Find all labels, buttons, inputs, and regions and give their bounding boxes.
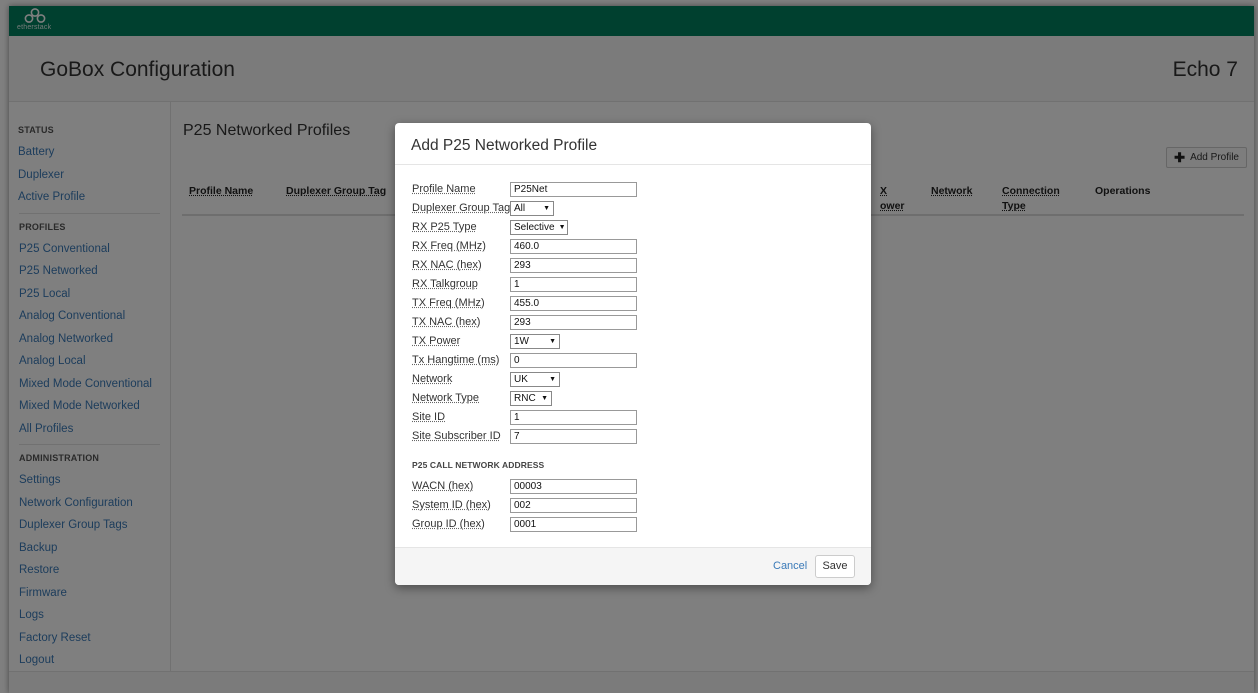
chevron-down-icon: ▼	[549, 376, 556, 383]
field-label: TX NAC (hex)	[412, 316, 481, 328]
rx-nac-input[interactable]: 293	[510, 258, 637, 273]
field-label: Network	[412, 373, 453, 385]
field-row-tx-power: TX Power 1W ▼	[412, 334, 852, 349]
select-value: Selective	[514, 222, 555, 233]
field-row-rx-talkgroup: RX Talkgroup 1	[412, 277, 852, 292]
field-label: WACN (hex)	[412, 480, 474, 492]
tx-nac-input[interactable]: 293	[510, 315, 637, 330]
duplexer-group-tag-select[interactable]: All ▼	[510, 201, 554, 216]
field-label: TX Freq (MHz)	[412, 297, 485, 309]
field-row-wacn: WACN (hex) 00003	[412, 479, 852, 494]
field-label: RX Talkgroup	[412, 278, 478, 290]
rx-p25-type-select[interactable]: Selective ▼	[510, 220, 568, 235]
field-row-system-id: System ID (hex) 002	[412, 498, 852, 513]
dialog-body: Profile Name P25Net Duplexer Group Tag A…	[395, 166, 871, 547]
field-row-site-id: Site ID 1	[412, 410, 852, 425]
field-label: Site ID	[412, 411, 446, 423]
site-id-input[interactable]: 1	[510, 410, 637, 425]
address-section-heading: P25 CALL NETWORK ADDRESS	[412, 460, 545, 470]
chevron-down-icon: ▼	[541, 395, 548, 402]
tx-power-select[interactable]: 1W ▼	[510, 334, 560, 349]
dialog-title: Add P25 Networked Profile	[411, 137, 598, 154]
chevron-down-icon: ▼	[543, 205, 550, 212]
field-row-profile-name: Profile Name P25Net	[412, 182, 852, 197]
field-label: RX NAC (hex)	[412, 259, 482, 271]
rx-freq-input[interactable]: 460.0	[510, 239, 637, 254]
system-id-input[interactable]: 002	[510, 498, 637, 513]
select-value: 1W	[514, 336, 529, 347]
select-value: UK	[514, 374, 528, 385]
field-label: TX Power	[412, 335, 461, 347]
cancel-button[interactable]: Cancel	[773, 560, 807, 572]
field-row-duplexer-group-tag: Duplexer Group Tag All ▼	[412, 201, 852, 216]
add-profile-dialog: Add P25 Networked Profile Profile Name P…	[395, 123, 871, 585]
network-type-select[interactable]: RNC ▼	[510, 391, 552, 406]
save-button[interactable]: Save	[815, 555, 855, 578]
group-id-input[interactable]: 0001	[510, 517, 637, 532]
field-label: System ID (hex)	[412, 499, 491, 511]
select-value: All	[514, 203, 526, 214]
tx-hangtime-input[interactable]: 0	[510, 353, 637, 368]
field-row-rx-nac: RX NAC (hex) 293	[412, 258, 852, 273]
chevron-down-icon: ▼	[549, 338, 556, 345]
field-label: Group ID (hex)	[412, 518, 485, 530]
rx-talkgroup-input[interactable]: 1	[510, 277, 637, 292]
field-label: Network Type	[412, 392, 480, 404]
field-row-site-subscriber-id: Site Subscriber ID 7	[412, 429, 852, 444]
network-select[interactable]: UK ▼	[510, 372, 560, 387]
field-row-network: Network UK ▼	[412, 372, 852, 387]
wacn-input[interactable]: 00003	[510, 479, 637, 494]
field-label: RX Freq (MHz)	[412, 240, 486, 252]
field-label: Tx Hangtime (ms)	[412, 354, 500, 366]
field-row-network-type: Network Type RNC ▼	[412, 391, 852, 406]
dialog-header: Add P25 Networked Profile	[395, 123, 871, 165]
profile-name-input[interactable]: P25Net	[510, 182, 637, 197]
chevron-down-icon: ▼	[558, 224, 566, 231]
dialog-footer: Cancel Save	[395, 547, 871, 585]
field-row-tx-nac: TX NAC (hex) 293	[412, 315, 852, 330]
field-row-group-id: Group ID (hex) 0001	[412, 517, 852, 532]
field-row-rx-p25-type: RX P25 Type Selective ▼	[412, 220, 852, 235]
select-value: RNC	[514, 393, 536, 404]
field-label: Site Subscriber ID	[412, 430, 501, 442]
field-label: RX P25 Type	[412, 221, 477, 233]
field-row-tx-freq: TX Freq (MHz) 455.0	[412, 296, 852, 311]
tx-freq-input[interactable]: 455.0	[510, 296, 637, 311]
field-label: Duplexer Group Tag	[412, 202, 511, 214]
field-row-tx-hangtime: Tx Hangtime (ms) 0	[412, 353, 852, 368]
field-label: Profile Name	[412, 183, 476, 195]
site-subscriber-id-input[interactable]: 7	[510, 429, 637, 444]
field-row-rx-freq: RX Freq (MHz) 460.0	[412, 239, 852, 254]
